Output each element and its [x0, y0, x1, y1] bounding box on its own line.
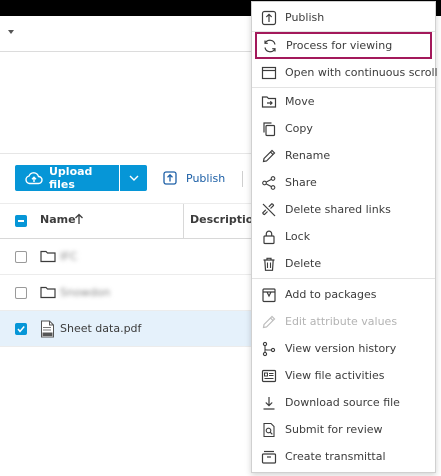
menu-item-move[interactable]: Move — [252, 88, 435, 115]
menu-item-label: Lock — [285, 230, 311, 243]
caret-down-icon[interactable] — [8, 30, 14, 34]
cloud-upload-icon — [25, 171, 43, 185]
download-icon — [261, 395, 277, 411]
row-name[interactable]: Sheet data.pdf — [60, 322, 141, 335]
transmittal-icon — [261, 449, 277, 465]
menu-item-label: Move — [285, 95, 315, 108]
column-divider[interactable] — [183, 204, 184, 238]
copy-icon — [261, 121, 277, 137]
table-row[interactable]: IFC — [0, 239, 260, 275]
folder-icon — [40, 285, 56, 299]
menu-item-add-to-packages[interactable]: Add to packages — [252, 281, 435, 308]
menu-item-publish[interactable]: Publish — [252, 4, 435, 31]
package-icon — [261, 287, 277, 303]
context-menu: Publish Process for viewing Open with co… — [251, 1, 438, 473]
upload-files-label: Upload files — [49, 165, 93, 191]
menu-item-view-version-history[interactable]: View version history — [252, 335, 435, 362]
review-icon — [261, 422, 277, 438]
menu-item-label: Edit attribute values — [285, 315, 398, 328]
publish-label: Publish — [186, 171, 226, 185]
menu-item-label: Share — [285, 176, 317, 189]
table-row[interactable]: Sheet data.pdf — [0, 311, 260, 347]
menu-item-label: Copy — [285, 122, 313, 135]
trash-icon — [261, 256, 277, 272]
upload-dropdown-button[interactable] — [120, 165, 147, 191]
menu-item-label: View version history — [285, 342, 397, 355]
refresh-icon — [262, 38, 278, 54]
menu-item-create-transmittal[interactable]: Create transmittal — [252, 443, 435, 470]
menu-item-label: Open with continuous scroll — [285, 66, 438, 79]
menu-item-download-source-file[interactable]: Download source file — [252, 389, 435, 416]
lock-icon — [261, 229, 277, 245]
publish-button[interactable]: Publish — [163, 165, 225, 191]
version-history-icon — [261, 341, 277, 357]
menu-item-label: Submit for review — [285, 423, 383, 436]
menu-item-label: Add to packages — [285, 288, 377, 301]
menu-item-label: Delete — [285, 257, 322, 270]
row-name[interactable]: Snowdon — [60, 286, 110, 299]
divider — [242, 171, 243, 187]
menu-item-label: Rename — [285, 149, 331, 162]
upload-files-button[interactable]: Upload files — [15, 165, 119, 191]
chevron-down-icon — [129, 175, 139, 181]
table-row[interactable]: Snowdon — [0, 275, 260, 311]
select-all-checkbox[interactable] — [15, 215, 27, 227]
menu-divider — [252, 278, 435, 279]
menu-item-edit-attribute-values: Edit attribute values — [252, 308, 435, 335]
menu-item-delete-shared-links[interactable]: Delete shared links — [252, 196, 435, 223]
window-icon — [261, 65, 277, 81]
sort-ascending-icon[interactable] — [74, 213, 84, 225]
menu-item-copy[interactable]: Copy — [252, 115, 435, 142]
menu-item-label: Publish — [285, 11, 325, 24]
publish-icon — [163, 171, 177, 185]
menu-item-view-file-activities[interactable]: View file activities — [252, 362, 435, 389]
share-icon — [261, 175, 277, 191]
menu-item-submit-for-review[interactable]: Submit for review — [252, 416, 435, 443]
menu-item-lock[interactable]: Lock — [252, 223, 435, 250]
menu-item-label: Create transmittal — [285, 450, 386, 463]
divider — [0, 51, 260, 52]
name-column-header[interactable]: Name — [40, 213, 76, 226]
publish-icon — [261, 10, 277, 26]
menu-item-delete[interactable]: Delete — [252, 250, 435, 277]
folder-icon — [40, 249, 56, 263]
pencil-icon — [261, 148, 277, 164]
menu-item-process-for-viewing[interactable]: Process for viewing — [255, 32, 432, 59]
unlink-icon — [261, 202, 277, 218]
menu-item-open-continuous-scroll[interactable]: Open with continuous scroll — [252, 59, 438, 86]
menu-item-label: Download source file — [285, 396, 400, 409]
menu-item-share[interactable]: Share — [252, 169, 435, 196]
menu-item-label: View file activities — [285, 369, 385, 382]
row-checkbox[interactable] — [15, 251, 27, 263]
row-checkbox[interactable] — [15, 287, 27, 299]
activity-icon — [261, 368, 277, 384]
menu-item-label: Delete shared links — [285, 203, 391, 216]
row-checkbox[interactable] — [15, 323, 27, 335]
move-icon — [261, 94, 277, 110]
menu-item-rename[interactable]: Rename — [252, 142, 435, 169]
pdf-file-icon — [40, 320, 55, 338]
pencil-icon — [261, 314, 277, 330]
row-name[interactable]: IFC — [60, 250, 77, 263]
divider — [0, 153, 260, 154]
menu-item-label: Process for viewing — [286, 39, 393, 52]
